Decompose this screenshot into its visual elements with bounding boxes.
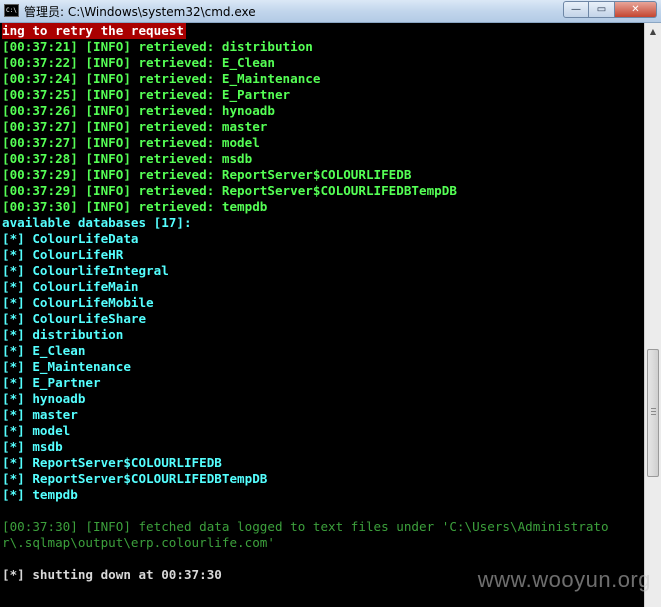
- console-line: available databases [17]:: [2, 215, 192, 230]
- console-line: [*] master: [2, 407, 78, 422]
- console-line: [*] ReportServer$COLOURLIFEDB: [2, 455, 222, 470]
- close-button[interactable]: ✕: [615, 1, 657, 18]
- console-line: [*] distribution: [2, 327, 124, 342]
- console-line: [*] ReportServer$COLOURLIFEDBTempDB: [2, 471, 268, 486]
- console-output[interactable]: ing to retry the request [00:37:21] [INFO…: [0, 23, 644, 607]
- maximize-button[interactable]: ▭: [589, 1, 615, 18]
- console-line: ing to retry the request: [0, 23, 644, 39]
- console-line: [*] ColourLifeHR: [2, 247, 124, 262]
- console-line: [00:37:27] [INFO] retrieved: model: [2, 135, 260, 150]
- minimize-icon: —: [571, 4, 581, 15]
- console-line: [00:37:25] [INFO] retrieved: E_Partner: [2, 87, 291, 102]
- minimize-button[interactable]: —: [563, 1, 589, 18]
- console-line: [*] ColourLifeData: [2, 231, 139, 246]
- console-line: [*] ColourLifeMobile: [2, 295, 154, 310]
- console-line: [*] E_Partner: [2, 375, 101, 390]
- console-line: r\.sqlmap\output\erp.colourlife.com': [2, 535, 275, 550]
- cmd-window: C:\ 管理员: C:\Windows\system32\cmd.exe — ▭…: [0, 0, 661, 607]
- title-bar[interactable]: C:\ 管理员: C:\Windows\system32\cmd.exe — ▭…: [0, 0, 661, 23]
- window-title: 管理员: C:\Windows\system32\cmd.exe: [24, 5, 256, 19]
- console-line: [*] msdb: [2, 439, 63, 454]
- console-line: [00:37:28] [INFO] retrieved: msdb: [2, 151, 253, 166]
- console-line: [00:37:22] [INFO] retrieved: E_Clean: [2, 55, 275, 70]
- console-line: [*] tempdb: [2, 487, 78, 502]
- console-line: [*] hynoadb: [2, 391, 86, 406]
- console-line: [*] ColourLifeShare: [2, 311, 147, 326]
- console-line: [00:37:30] [INFO] fetched data logged to…: [2, 519, 609, 534]
- window-controls: — ▭ ✕: [563, 1, 657, 18]
- console-line: [*] ColourLifeMain: [2, 279, 139, 294]
- console-line: [00:37:29] [INFO] retrieved: ReportServe…: [2, 167, 412, 182]
- console-line: [00:37:30] [INFO] retrieved: tempdb: [2, 199, 268, 214]
- cmd-icon[interactable]: C:\: [4, 4, 19, 17]
- console-warning-text: ing to retry the request: [2, 23, 186, 39]
- console-line: [*] E_Maintenance: [2, 359, 131, 374]
- console-line: [00:37:21] [INFO] retrieved: distributio…: [2, 39, 313, 54]
- maximize-icon: ▭: [596, 4, 607, 15]
- console-line: [*] E_Clean: [2, 343, 86, 358]
- console-line: [*] model: [2, 423, 71, 438]
- scroll-up-arrow-icon[interactable]: ▲: [645, 23, 661, 39]
- close-icon: ✕: [631, 4, 640, 15]
- watermark: www.wooyun.org: [477, 567, 651, 592]
- scroll-thumb[interactable]: [647, 349, 659, 477]
- vertical-scrollbar[interactable]: ▲: [644, 23, 661, 607]
- console-line: [00:37:24] [INFO] retrieved: E_Maintenan…: [2, 71, 321, 86]
- console-line: [00:37:27] [INFO] retrieved: master: [2, 119, 268, 134]
- console-line: [*] ColourlifeIntegral: [2, 263, 169, 278]
- console-line: [00:37:26] [INFO] retrieved: hynoadb: [2, 103, 275, 118]
- console-line: [00:37:29] [INFO] retrieved: ReportServe…: [2, 183, 457, 198]
